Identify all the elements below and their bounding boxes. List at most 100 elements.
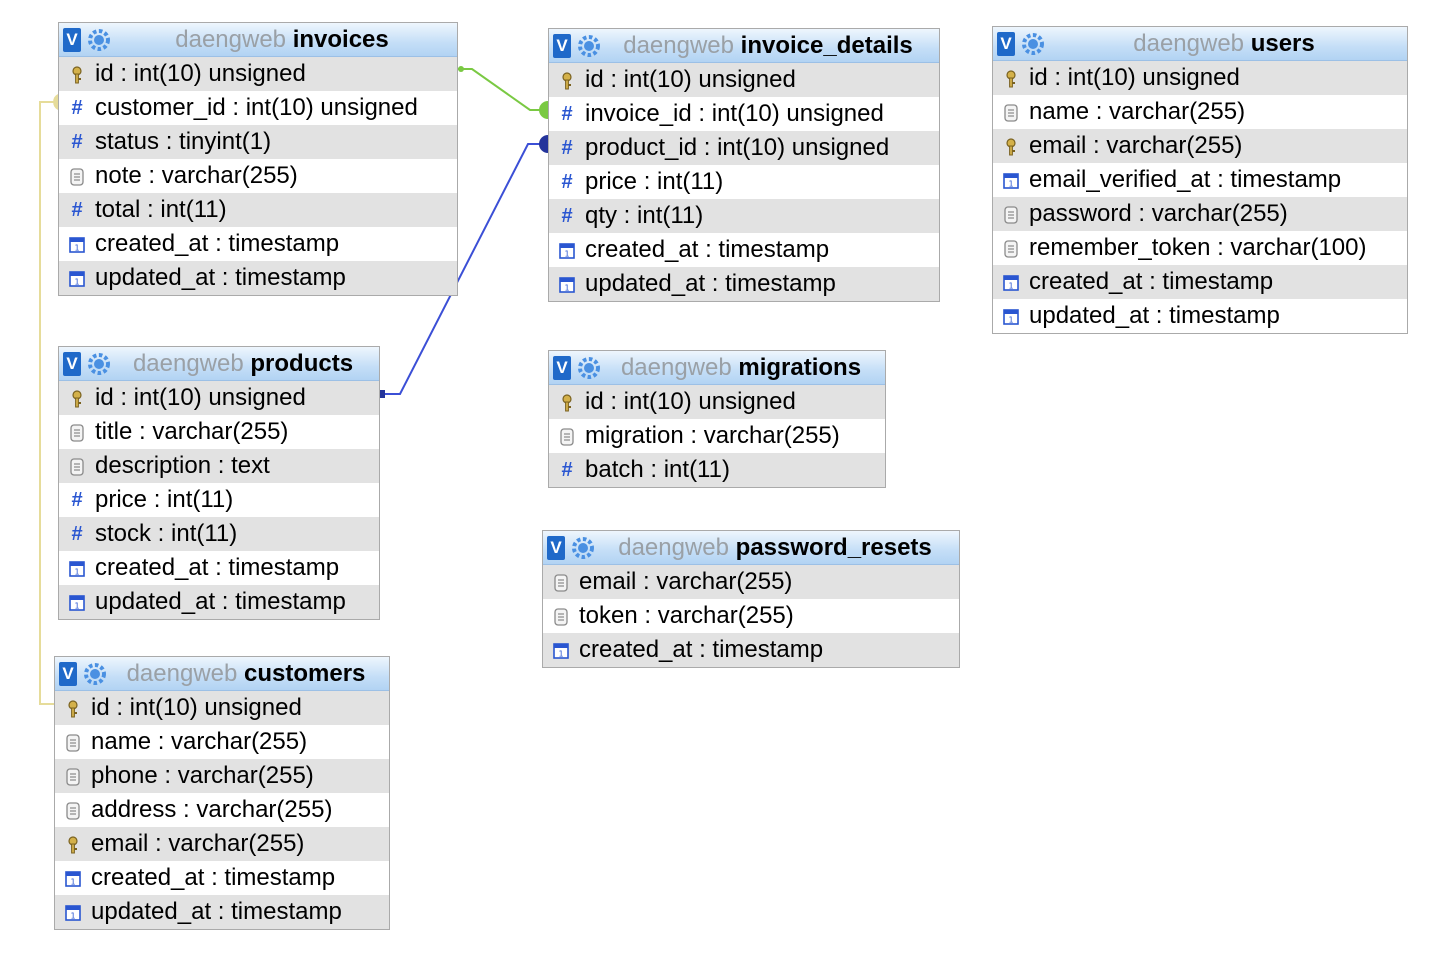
text-icon (67, 456, 87, 476)
relation-invoices-customers (39, 101, 58, 705)
table-column-row[interactable]: 1 updated_at : timestamp (55, 895, 389, 929)
text-icon (67, 422, 87, 442)
toggle-button[interactable]: V (997, 31, 1015, 56)
table-name: migrations (738, 353, 862, 381)
table-column-row[interactable]: 1 created_at : timestamp (993, 265, 1407, 299)
table-header: V daengweb customers (55, 657, 389, 691)
table-column-row[interactable]: address : varchar(255) (55, 793, 389, 827)
toggle-button[interactable]: V (59, 661, 77, 686)
table-users[interactable]: V daengweb users id : int(10) unsigned na… (992, 26, 1408, 334)
gear-icon[interactable] (87, 352, 111, 376)
table-column-row[interactable]: 1 updated_at : timestamp (549, 267, 939, 301)
column-definition: created_at : timestamp (585, 236, 830, 263)
table-column-row[interactable]: # batch : int(11) (549, 453, 885, 487)
gear-icon[interactable] (87, 28, 111, 52)
toggle-button[interactable]: V (547, 535, 565, 560)
table-header: V daengweb invoices (59, 23, 457, 57)
database-name: daengweb (618, 533, 729, 561)
table-column-row[interactable]: description : text (59, 449, 379, 483)
column-definition: name : varchar(255) (91, 728, 308, 755)
table-column-row[interactable]: note : varchar(255) (59, 159, 457, 193)
column-definition: qty : int(11) (585, 202, 704, 229)
table-column-row[interactable]: id : int(10) unsigned (549, 63, 939, 97)
table-column-row[interactable]: id : int(10) unsigned (59, 57, 457, 91)
table-column-row[interactable]: title : varchar(255) (59, 415, 379, 449)
key-icon (63, 834, 83, 854)
table-name: products (250, 349, 354, 377)
gear-icon[interactable] (571, 536, 595, 560)
text-icon (63, 732, 83, 752)
table-column-row[interactable]: # product_id : int(10) unsigned (549, 131, 939, 165)
toggle-button[interactable]: V (553, 33, 571, 58)
table-column-row[interactable]: name : varchar(255) (55, 725, 389, 759)
gear-icon[interactable] (577, 34, 601, 58)
table-products[interactable]: V daengweb products id : int(10) unsigne… (58, 346, 380, 620)
table-column-row[interactable]: id : int(10) unsigned (55, 691, 389, 725)
column-definition: price : int(11) (585, 168, 724, 195)
table-column-row[interactable]: # stock : int(11) (59, 517, 379, 551)
table-header: V daengweb password_resets (543, 531, 959, 565)
table-column-row[interactable]: password : varchar(255) (993, 197, 1407, 231)
hash-icon: # (71, 523, 83, 545)
table-column-row[interactable]: id : int(10) unsigned (993, 61, 1407, 95)
gear-icon[interactable] (83, 662, 107, 686)
table-column-row[interactable]: # price : int(11) (59, 483, 379, 517)
table-column-row[interactable]: remember_token : varchar(100) (993, 231, 1407, 265)
toggle-button[interactable]: V (63, 351, 81, 376)
calendar-icon: 1 (1001, 170, 1021, 190)
table-column-row[interactable]: # invoice_id : int(10) unsigned (549, 97, 939, 131)
svg-text:1: 1 (74, 568, 79, 577)
table-column-row[interactable]: # customer_id : int(10) unsigned (59, 91, 457, 125)
table-column-row[interactable]: 1 created_at : timestamp (55, 861, 389, 895)
table-column-row[interactable]: # status : tinyint(1) (59, 125, 457, 159)
table-column-row[interactable]: 1 created_at : timestamp (543, 633, 959, 667)
table-invoices[interactable]: V daengweb invoices id : int(10) unsigne… (58, 22, 458, 296)
column-definition: updated_at : timestamp (91, 898, 342, 925)
table-column-row[interactable]: email : varchar(255) (993, 129, 1407, 163)
table-column-row[interactable]: email : varchar(255) (55, 827, 389, 861)
calendar-icon: 1 (557, 274, 577, 294)
gear-icon[interactable] (577, 356, 601, 380)
table-column-row[interactable]: migration : varchar(255) (549, 419, 885, 453)
table-column-row[interactable]: 1 updated_at : timestamp (59, 585, 379, 619)
table-column-row[interactable]: # price : int(11) (549, 165, 939, 199)
table-invoice-details[interactable]: V daengweb invoice_details id : int(10) … (548, 28, 940, 302)
table-column-row[interactable]: 1 created_at : timestamp (549, 233, 939, 267)
toggle-button[interactable]: V (553, 355, 571, 380)
table-column-row[interactable]: token : varchar(255) (543, 599, 959, 633)
table-name: customers (244, 659, 366, 687)
hash-icon: # (561, 137, 573, 159)
toggle-button[interactable]: V (63, 27, 81, 52)
column-definition: id : int(10) unsigned (95, 384, 306, 411)
column-definition: name : varchar(255) (1029, 98, 1246, 125)
calendar-icon: 1 (63, 868, 83, 888)
table-column-row[interactable]: 1 created_at : timestamp (59, 227, 457, 261)
calendar-icon: 1 (1001, 306, 1021, 326)
calendar-icon: 1 (1001, 272, 1021, 292)
table-column-row[interactable]: name : varchar(255) (993, 95, 1407, 129)
table-password-resets[interactable]: V daengweb password_resets email : varch… (542, 530, 960, 668)
table-column-row[interactable]: id : int(10) unsigned (59, 381, 379, 415)
table-name: invoice_details (740, 31, 913, 59)
table-header: V daengweb products (59, 347, 379, 381)
table-column-row[interactable]: # qty : int(11) (549, 199, 939, 233)
relation-end-marker (539, 135, 548, 153)
table-migrations[interactable]: V daengweb migrations id : int(10) unsig… (548, 350, 886, 488)
gear-icon[interactable] (1021, 32, 1045, 56)
table-column-row[interactable]: 1 created_at : timestamp (59, 551, 379, 585)
table-customers[interactable]: V daengweb customers id : int(10) unsign… (54, 656, 390, 930)
svg-text:1: 1 (74, 278, 79, 287)
table-column-row[interactable]: 1 updated_at : timestamp (59, 261, 457, 295)
table-column-row[interactable]: # total : int(11) (59, 193, 457, 227)
column-definition: product_id : int(10) unsigned (585, 134, 890, 161)
svg-text:1: 1 (74, 602, 79, 611)
calendar-icon: 1 (67, 592, 87, 612)
table-column-row[interactable]: id : int(10) unsigned (549, 385, 885, 419)
text-icon (551, 572, 571, 592)
column-definition: email : varchar(255) (1029, 132, 1243, 159)
table-column-row[interactable]: phone : varchar(255) (55, 759, 389, 793)
table-column-row[interactable]: 1 updated_at : timestamp (993, 299, 1407, 333)
table-column-row[interactable]: email : varchar(255) (543, 565, 959, 599)
table-column-row[interactable]: 1 email_verified_at : timestamp (993, 163, 1407, 197)
svg-text:1: 1 (564, 250, 569, 259)
